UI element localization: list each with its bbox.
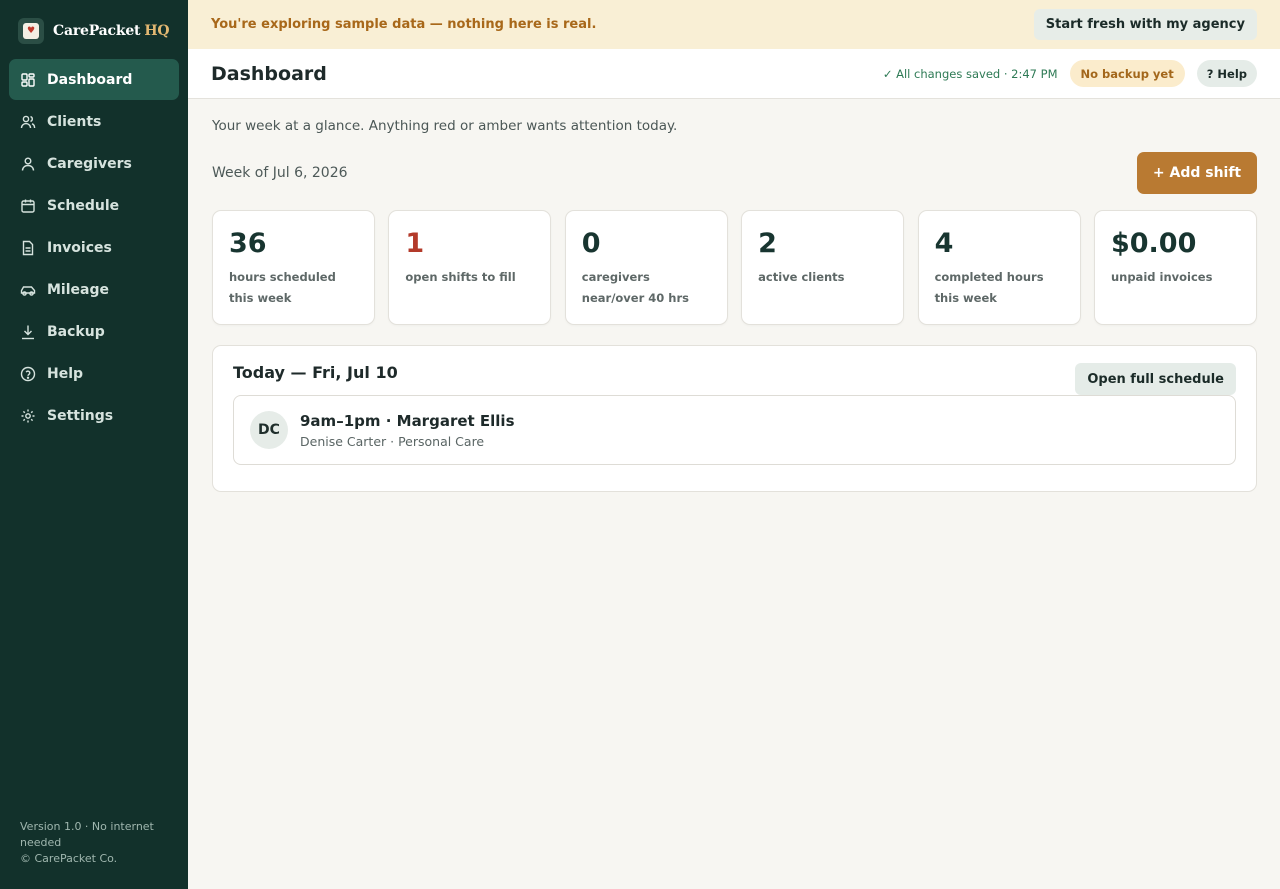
sidebar-item-schedule[interactable]: Schedule	[9, 185, 179, 226]
week-row: Week of Jul 6, 2026 + Add shift	[212, 152, 1257, 194]
add-shift-button[interactable]: + Add shift	[1137, 152, 1257, 194]
copyright-text: © CarePacket Co.	[20, 852, 118, 865]
stat-card-open-shifts[interactable]: 1 open shifts to fill	[388, 210, 552, 325]
stat-card-active-clients[interactable]: 2 active clients	[741, 210, 905, 325]
open-full-schedule-button[interactable]: Open full schedule	[1075, 363, 1236, 395]
sidebar-item-label: Clients	[47, 113, 102, 130]
stat-value: 2	[758, 228, 777, 259]
page-title: Dashboard	[211, 62, 327, 85]
car-icon	[20, 285, 36, 296]
brand[interactable]: ♥ CarePacket HQ	[0, 0, 188, 62]
help-button[interactable]: ? Help	[1196, 60, 1257, 87]
logo-icon: ♥	[18, 18, 44, 44]
sidebar-item-label: Caregivers	[47, 155, 132, 172]
page-header: Dashboard ✓ All changes saved · 2:47 PM …	[188, 49, 1280, 99]
stats-row: 36 hours scheduled this week 1 open shif…	[212, 210, 1257, 325]
stat-label: active clients	[758, 270, 845, 284]
sidebar-item-mileage[interactable]: Mileage	[9, 269, 179, 310]
sidebar-item-caregivers[interactable]: Caregivers	[9, 143, 179, 184]
brand-name: CarePacket HQ	[53, 23, 170, 39]
intro-text: Your week at a glance. Anything red or a…	[212, 118, 678, 134]
sidebar-item-label: Settings	[47, 407, 114, 424]
sidebar-item-label: Help	[47, 365, 84, 382]
shift-title: 9am–1pm · Margaret Ellis	[300, 411, 515, 430]
stat-card-unpaid-invoices[interactable]: $0.00 unpaid invoices	[1093, 210, 1257, 325]
download-icon	[22, 325, 34, 339]
backup-badge[interactable]: No backup yet	[1069, 60, 1185, 87]
help-circle-icon	[20, 366, 36, 381]
stat-label: completed hours this week	[934, 270, 1044, 305]
brand-name-text: CarePacket	[53, 23, 141, 39]
brand-suffix: HQ	[144, 23, 170, 39]
calendar-icon	[21, 199, 35, 213]
gear-icon	[21, 409, 35, 422]
sidebar-item-label: Dashboard	[47, 71, 133, 88]
stat-label: unpaid invoices	[1110, 270, 1213, 284]
stat-card-overtime[interactable]: 0 caregivers near/over 40 hrs	[564, 210, 728, 325]
sidebar-nav: Dashboard Clients Caregivers Schedule In…	[0, 59, 188, 436]
sidebar-footer: Version 1.0 · No internet needed © CareP…	[20, 819, 170, 867]
sidebar: ♥ CarePacket HQ Dashboard Clients Caregiv…	[0, 0, 188, 889]
sidebar-item-label: Invoices	[47, 239, 112, 256]
sidebar-item-backup[interactable]: Backup	[9, 311, 179, 352]
stat-value: $0.00	[1110, 228, 1197, 259]
stat-card-completed-hours[interactable]: 4 completed hours this week	[917, 210, 1081, 325]
stat-label: caregivers near/over 40 hrs	[581, 270, 689, 305]
grid-icon	[21, 72, 35, 87]
sidebar-item-label: Mileage	[47, 281, 109, 298]
users-icon	[20, 115, 36, 128]
document-icon	[22, 240, 34, 255]
shift-details: 9am–1pm · Margaret Ellis Denise Carter ·…	[300, 412, 515, 449]
header-status: ✓ All changes saved · 2:47 PM No backup …	[883, 60, 1257, 87]
stat-card-hours-scheduled[interactable]: 36 hours scheduled this week	[212, 210, 375, 325]
sample-data-banner: You're exploring sample data — nothing h…	[188, 0, 1280, 49]
shift-item[interactable]: DC 9am–1pm · Margaret Ellis Denise Carte…	[233, 395, 1236, 465]
week-label: Week of Jul 6, 2026	[212, 165, 348, 181]
stat-value: 36	[229, 228, 267, 259]
avatar: DC	[250, 411, 288, 449]
version-text: Version 1.0 · No internet needed	[20, 820, 154, 849]
banner-text: You're exploring sample data — nothing h…	[211, 17, 597, 32]
sidebar-item-clients[interactable]: Clients	[9, 101, 179, 142]
sidebar-item-label: Schedule	[47, 197, 120, 214]
sidebar-item-help[interactable]: Help	[9, 353, 179, 394]
sidebar-item-settings[interactable]: Settings	[9, 395, 179, 436]
today-panel: Today — Fri, Jul 10 Open full schedule D…	[212, 345, 1257, 492]
stat-value: 1	[405, 228, 425, 259]
stat-label: hours scheduled this week	[229, 270, 336, 305]
stat-value: 0	[581, 228, 601, 259]
shift-subtitle: Denise Carter · Personal Care	[300, 433, 485, 449]
sidebar-item-invoices[interactable]: Invoices	[9, 227, 179, 268]
main-content: Your week at a glance. Anything red or a…	[212, 99, 1257, 492]
person-icon	[21, 157, 35, 171]
today-title: Today — Fri, Jul 10	[233, 363, 398, 382]
stat-value: 4	[934, 228, 954, 259]
start-fresh-button[interactable]: Start fresh with my agency	[1033, 9, 1257, 40]
sidebar-item-dashboard[interactable]: Dashboard	[9, 59, 179, 100]
save-status: ✓ All changes saved · 2:47 PM	[882, 66, 1058, 81]
stat-label: open shifts to fill	[405, 270, 516, 284]
sidebar-item-label: Backup	[47, 323, 105, 340]
